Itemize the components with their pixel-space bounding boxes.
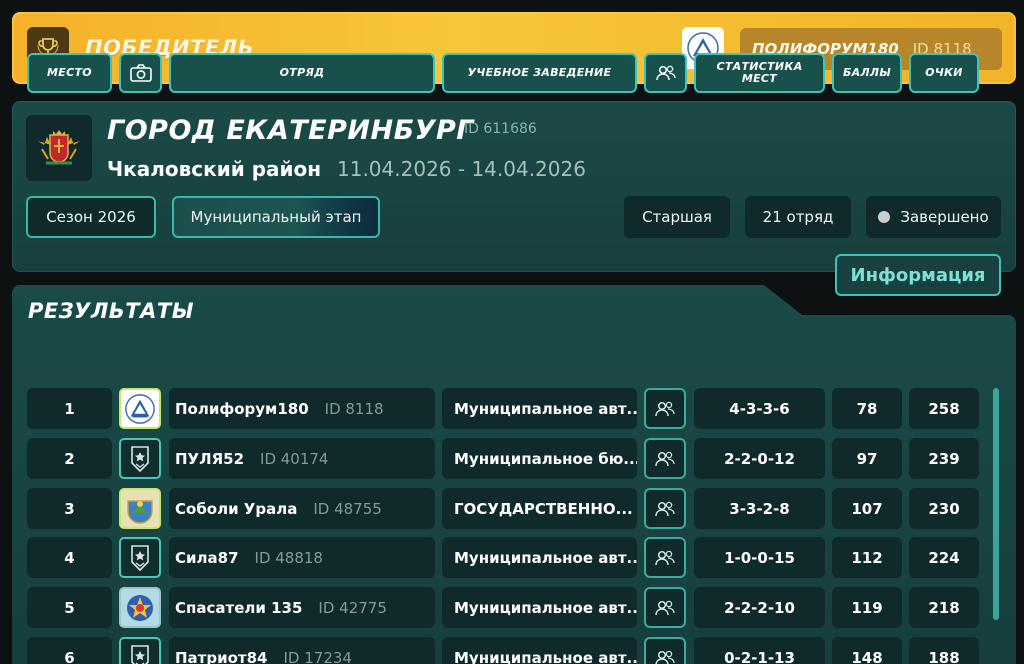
- event-dates: 11.04.2026 - 14.04.2026: [337, 157, 586, 181]
- header-stats-line2: МЕСТ: [741, 72, 778, 85]
- points-cell: 224: [909, 537, 979, 578]
- school-cell[interactable]: ГОСУДАРСТВЕННО...: [442, 488, 637, 529]
- stats-cell: 0-2-1-13: [694, 637, 825, 664]
- camera-icon: [129, 64, 152, 82]
- team-logo[interactable]: [119, 488, 161, 529]
- score-cell: 78: [832, 388, 902, 429]
- team-logo-icon: [127, 499, 153, 524]
- season-chip[interactable]: Сезон 2026: [26, 196, 156, 238]
- status-label: Завершено: [900, 208, 989, 226]
- shield-badge-icon: [131, 445, 149, 472]
- team-name[interactable]: ПУЛЯ52: [175, 450, 244, 468]
- team-id: ID 48818: [254, 548, 323, 567]
- members-button[interactable]: [644, 637, 686, 664]
- team-logo[interactable]: [119, 637, 161, 664]
- header-members: [644, 53, 687, 93]
- row-place: 2: [27, 438, 112, 479]
- points-cell: 218: [909, 587, 979, 628]
- stats-cell: 2-2-2-10: [694, 587, 825, 628]
- city-id: ID 611686: [464, 121, 537, 137]
- status-chip: Завершено: [866, 196, 1001, 238]
- members-button[interactable]: [644, 587, 686, 628]
- city-title: ГОРОД ЕКАТЕРИНБУРГ: [107, 115, 474, 146]
- row-place: 3: [27, 488, 112, 529]
- group-icon: [655, 550, 675, 565]
- points-cell: 188: [909, 637, 979, 664]
- team-logo-icon: [125, 393, 155, 424]
- group-icon: [655, 451, 675, 466]
- group-icon: [655, 600, 675, 615]
- team-cell[interactable]: Сила87 ID 48818: [169, 537, 435, 578]
- team-id: ID 8118: [324, 399, 384, 418]
- row-place: 6: [27, 637, 112, 664]
- stats-cell: 4-3-3-6: [694, 388, 825, 429]
- team-name[interactable]: Спасатели 135: [175, 599, 302, 617]
- status-dot-icon: [878, 211, 891, 223]
- points-cell: 230: [909, 488, 979, 529]
- row-place: 4: [27, 537, 112, 578]
- information-button[interactable]: Информация: [835, 254, 1001, 296]
- members-button[interactable]: [644, 388, 686, 429]
- results-scrollbar[interactable]: [993, 388, 999, 620]
- team-name[interactable]: Полифорум180: [175, 400, 309, 418]
- group-icon: [655, 65, 676, 81]
- school-cell[interactable]: Муниципальное авт...: [442, 637, 637, 664]
- team-logo[interactable]: [119, 537, 161, 578]
- school-cell[interactable]: Муниципальное авт...: [442, 537, 637, 578]
- school-cell[interactable]: Муниципальное авт...: [442, 388, 637, 429]
- team-name[interactable]: Сила87: [175, 549, 239, 567]
- row-place: 5: [27, 587, 112, 628]
- header-stats[interactable]: СТАТИСТИКА МЕСТ: [694, 53, 825, 93]
- stage-chip[interactable]: Муниципальный этап: [172, 196, 380, 238]
- points-cell: 239: [909, 438, 979, 479]
- team-logo-icon: [127, 594, 153, 621]
- score-cell: 112: [832, 537, 902, 578]
- header-place[interactable]: МЕСТО: [27, 53, 112, 93]
- stats-cell: 3-3-2-8: [694, 488, 825, 529]
- school-cell[interactable]: Муниципальное бю...: [442, 438, 637, 479]
- team-logo[interactable]: [119, 388, 161, 429]
- team-name[interactable]: Патриот84: [175, 649, 268, 664]
- city-emblem-icon: [26, 115, 92, 181]
- team-cell[interactable]: Соболи Урала ID 48755: [169, 488, 435, 529]
- team-cell[interactable]: ПУЛЯ52 ID 40174: [169, 438, 435, 479]
- row-place: 1: [27, 388, 112, 429]
- score-cell: 107: [832, 488, 902, 529]
- team-id: ID 17234: [283, 648, 352, 664]
- squad-count-chip: 21 отряд: [745, 196, 851, 238]
- event-card: ГОРОД ЕКАТЕРИНБУРГ ID 611686 Чкаловский …: [12, 101, 1016, 272]
- header-score[interactable]: БАЛЛЫ: [832, 53, 902, 93]
- team-logo[interactable]: [119, 438, 161, 479]
- header-points[interactable]: ОЧКИ: [909, 53, 979, 93]
- group-icon: [655, 650, 675, 664]
- district-name: Чкаловский район: [107, 157, 322, 181]
- shield-badge-icon: [131, 544, 149, 571]
- score-cell: 119: [832, 587, 902, 628]
- group-icon: [655, 501, 675, 516]
- stats-cell: 1-0-0-15: [694, 537, 825, 578]
- shield-badge-icon: [131, 644, 149, 664]
- team-cell[interactable]: Патриот84 ID 17234: [169, 637, 435, 664]
- team-name[interactable]: Соболи Урала: [175, 500, 297, 518]
- header-school[interactable]: УЧЕБНОЕ ЗАВЕДЕНИЕ: [442, 53, 637, 93]
- stats-cell: 2-2-0-12: [694, 438, 825, 479]
- score-cell: 148: [832, 637, 902, 664]
- team-id: ID 48755: [313, 499, 382, 518]
- team-cell[interactable]: Спасатели 135 ID 42775: [169, 587, 435, 628]
- members-button[interactable]: [644, 537, 686, 578]
- team-id: ID 40174: [260, 449, 329, 468]
- team-logo[interactable]: [119, 587, 161, 628]
- members-button[interactable]: [644, 438, 686, 479]
- header-photo: [119, 53, 162, 93]
- age-group-chip: Старшая: [624, 196, 730, 238]
- group-icon: [655, 401, 675, 416]
- results-title: РЕЗУЛЬТАТЫ: [28, 299, 194, 323]
- score-cell: 97: [832, 438, 902, 479]
- school-cell[interactable]: Муниципальное авт...: [442, 587, 637, 628]
- header-team[interactable]: ОТРЯД: [169, 53, 435, 93]
- members-button[interactable]: [644, 488, 686, 529]
- points-cell: 258: [909, 388, 979, 429]
- team-id: ID 42775: [318, 598, 387, 617]
- team-cell[interactable]: Полифорум180 ID 8118: [169, 388, 435, 429]
